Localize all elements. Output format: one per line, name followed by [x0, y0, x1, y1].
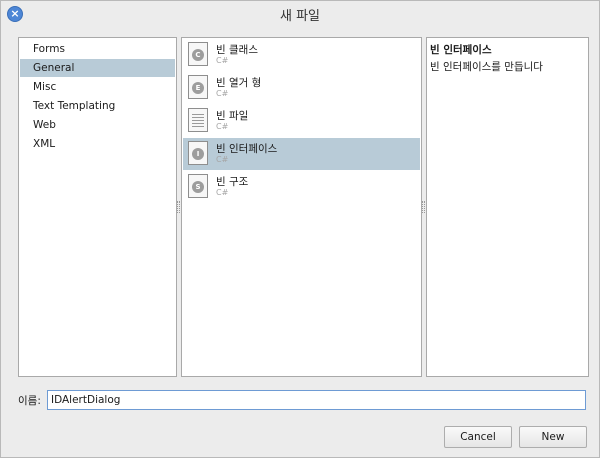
new-file-dialog: × 새 파일 Forms General Misc Text Templatin…: [0, 0, 600, 458]
class-icon: C: [188, 42, 208, 66]
splitter-handle-right[interactable]: [422, 201, 425, 213]
template-item-empty-file[interactable]: 빈 파일 C#: [183, 105, 420, 137]
template-name: 빈 클래스: [216, 44, 258, 56]
template-name: 빈 인터페이스: [216, 143, 278, 155]
category-item-misc[interactable]: Misc: [20, 78, 175, 96]
description-text: 빈 인터페이스를 만듭니다: [430, 61, 543, 73]
title-bar: × 새 파일: [1, 1, 599, 27]
file-icon: [188, 108, 208, 132]
template-language: C#: [216, 56, 229, 65]
cancel-button[interactable]: Cancel: [444, 426, 512, 448]
interface-icon: I: [188, 141, 208, 165]
template-name: 빈 파일: [216, 110, 249, 122]
template-item-empty-enum[interactable]: E 빈 열거 형 C#: [183, 72, 420, 104]
template-language: C#: [216, 188, 229, 197]
description-title: 빈 인터페이스: [430, 44, 492, 56]
template-item-empty-class[interactable]: C 빈 클래스 C#: [183, 39, 420, 71]
category-item-xml[interactable]: XML: [20, 135, 175, 153]
template-language: C#: [216, 89, 229, 98]
template-list: C 빈 클래스 C# E 빈 열거 형 C# 빈 파일 C# I 빈 인터페이스…: [181, 37, 422, 377]
name-label: 이름:: [18, 395, 41, 407]
struct-icon: S: [188, 174, 208, 198]
template-name: 빈 열거 형: [216, 77, 262, 89]
category-list: Forms General Misc Text Templating Web X…: [18, 37, 177, 377]
template-item-empty-struct[interactable]: S 빈 구조 C#: [183, 171, 420, 203]
description-panel: 빈 인터페이스 빈 인터페이스를 만듭니다: [426, 37, 589, 377]
category-item-web[interactable]: Web: [20, 116, 175, 134]
template-item-empty-interface[interactable]: I 빈 인터페이스 C#: [183, 138, 420, 170]
category-item-general[interactable]: General: [20, 59, 175, 77]
template-name: 빈 구조: [216, 176, 249, 188]
category-item-forms[interactable]: Forms: [20, 40, 175, 58]
template-language: C#: [216, 122, 229, 131]
template-language: C#: [216, 155, 229, 164]
category-item-text-templating[interactable]: Text Templating: [20, 97, 175, 115]
new-button[interactable]: New: [519, 426, 587, 448]
splitter-handle-left[interactable]: [177, 201, 180, 213]
name-input[interactable]: [47, 390, 586, 410]
dialog-title: 새 파일: [279, 9, 320, 24]
enum-icon: E: [188, 75, 208, 99]
